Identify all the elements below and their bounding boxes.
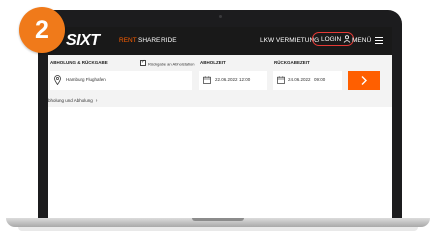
return-at-pickup-option[interactable]: Rückgabe an Abholstation: [140, 59, 195, 67]
location-value: Hamburg Flughafen: [66, 77, 106, 82]
laptop-base: [6, 218, 430, 227]
location-field[interactable]: Hamburg Flughafen: [50, 71, 192, 90]
user-icon: [343, 35, 351, 43]
calendar-icon: [277, 76, 285, 84]
return-time: 09:00: [314, 77, 326, 82]
laptop-frame: SIXT RENT SHARE RIDE LKW VERMIETUNG LOGI…: [38, 10, 402, 218]
other-return-location-link[interactable]: bholung und Abholung ›: [48, 98, 97, 104]
step-number: 2: [35, 16, 49, 44]
laptop-screen: SIXT RENT SHARE RIDE LKW VERMIETUNG LOGI…: [48, 27, 392, 218]
chevron-right-icon: ›: [95, 98, 98, 104]
pickup-date: 22.06.2022: [215, 77, 238, 82]
checkbox-icon[interactable]: [140, 59, 146, 66]
step-badge: 2: [19, 7, 65, 53]
other-return-link-label: bholung und Abholung: [48, 98, 93, 103]
pickup-time-label: ABHOLZEIT: [200, 60, 226, 65]
pickup-datetime-field[interactable]: 22.06.2022 12:00: [199, 71, 267, 90]
camera-dot: [219, 15, 222, 18]
login-label: LOGIN: [321, 36, 342, 43]
pickup-return-label: ABHOLUNG & RÜCKGABE: [50, 60, 108, 65]
laptop-notch: [192, 218, 244, 221]
sixt-logo[interactable]: SIXT: [66, 32, 100, 50]
location-pin-icon: [54, 75, 61, 85]
chevron-right-icon: [361, 76, 367, 85]
login-button[interactable]: LOGIN: [312, 32, 354, 46]
calendar-icon: [203, 76, 211, 84]
pickup-time: 12:00: [239, 77, 251, 82]
nav-link-ride[interactable]: RIDE: [161, 37, 177, 44]
top-navigation: SIXT RENT SHARE RIDE LKW VERMIETUNG LOGI…: [48, 27, 392, 55]
booking-widget: ABHOLUNG & RÜCKGABE Rückgabe an Abholsta…: [48, 55, 392, 107]
nav-link-share[interactable]: SHARE: [138, 37, 160, 44]
truck-rental-link[interactable]: LKW VERMIETUNG: [260, 37, 319, 44]
search-submit-button[interactable]: [348, 71, 380, 90]
nav-link-rent[interactable]: RENT: [119, 37, 137, 44]
return-time-label: RÜCKGABEZEIT: [274, 60, 310, 65]
menu-label[interactable]: MENÜ: [352, 37, 371, 44]
return-at-pickup-label: Rückgabe an Abholstation: [148, 61, 195, 67]
return-datetime-field[interactable]: 24.06.2022 09:00: [273, 71, 342, 90]
laptop-shadow: [18, 227, 418, 231]
hamburger-menu-icon[interactable]: [375, 37, 383, 45]
return-date: 24.06.2022: [288, 77, 311, 82]
